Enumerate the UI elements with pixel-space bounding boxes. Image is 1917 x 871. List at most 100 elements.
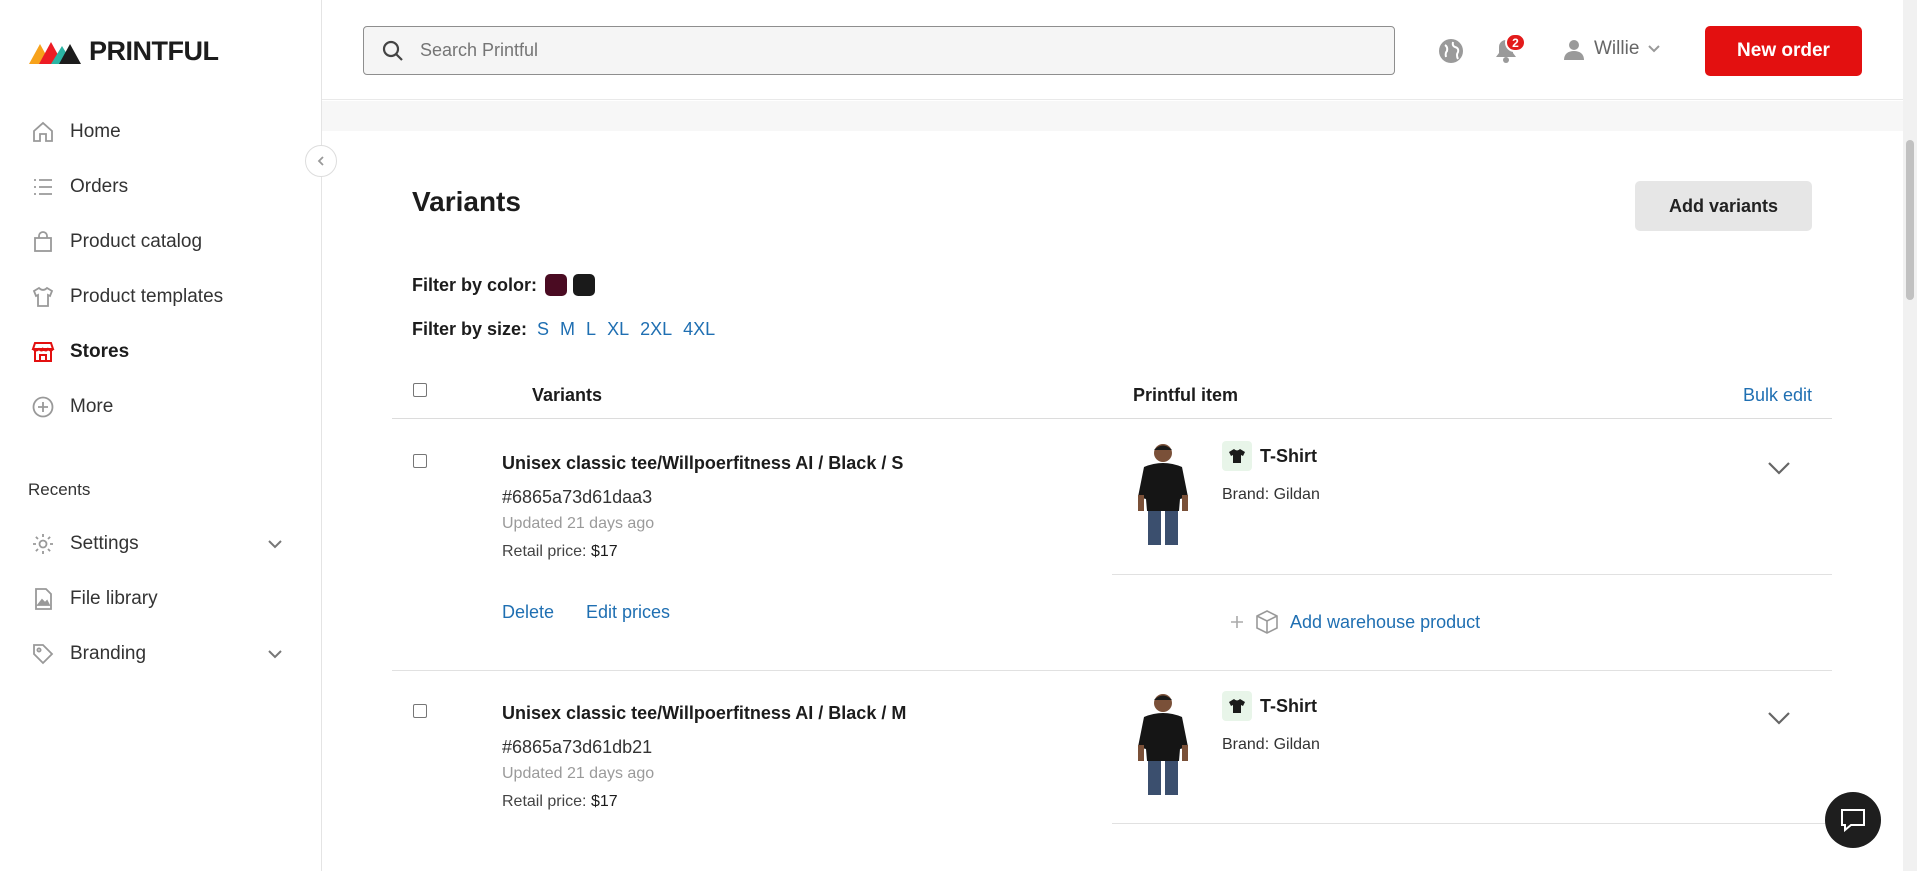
page-header-band (322, 101, 1903, 131)
user-icon (1564, 40, 1584, 60)
size-filter-l[interactable]: L (586, 319, 596, 340)
tag-icon (30, 641, 56, 667)
product-photo (1138, 694, 1188, 795)
scrollbar-thumb[interactable] (1906, 140, 1914, 300)
retail-price-value: $17 (590, 543, 618, 560)
sidebar: PRINTFUL Home Orders Product catalog Pro… (0, 0, 322, 871)
sidebar-item-label: Stores (70, 340, 130, 362)
column-header-variants: Variants (532, 385, 603, 405)
retail-price-value: $17 (590, 793, 618, 810)
plus-icon (1231, 616, 1243, 628)
notification-badge: 2 (1505, 33, 1526, 52)
filter-size-label: Filter by size: (412, 319, 528, 339)
sidebar-item-label: Orders (70, 175, 129, 197)
chevron-down-icon[interactable] (267, 643, 283, 665)
sidebar-item-label: Product catalog (70, 230, 203, 252)
row-checkbox[interactable] (413, 454, 427, 468)
filter-by-size: Filter by size: S M L XL 2XL 4XL (412, 319, 715, 340)
chat-button[interactable] (1825, 792, 1881, 848)
new-order-button[interactable]: New order (1705, 26, 1862, 76)
size-filter-xl[interactable]: XL (607, 319, 629, 340)
box-icon (1256, 610, 1278, 634)
sidebar-item-orders[interactable]: Orders (0, 159, 321, 214)
size-filter-4xl[interactable]: 4XL (683, 319, 715, 340)
recents-nav: Settings File library Branding (0, 516, 321, 681)
globe-icon[interactable] (1437, 37, 1465, 70)
sidebar-collapse-button[interactable] (305, 145, 337, 177)
user-menu[interactable]: Willie (1562, 37, 1661, 61)
search-icon (382, 40, 404, 62)
divider (1112, 823, 1832, 824)
store-icon (30, 339, 56, 365)
retail-price: Retail price: $17 (502, 793, 618, 811)
retail-price-label: Retail price: (502, 793, 587, 810)
sidebar-item-label: More (70, 395, 114, 417)
sidebar-item-file-library[interactable]: File library (0, 571, 321, 626)
add-warehouse-label: Add warehouse product (1290, 611, 1481, 632)
sidebar-item-label: Branding (70, 642, 147, 664)
add-warehouse-product-link[interactable]: Add warehouse product (1230, 609, 1480, 635)
sidebar-item-home[interactable]: Home (0, 104, 321, 159)
user-name: Willie (1594, 38, 1640, 59)
variant-sku: #6865a73d61db21 (502, 737, 653, 757)
column-header-printful-item: Printful item (1133, 385, 1239, 405)
page-scrollbar[interactable] (1903, 0, 1917, 871)
size-filter-2xl[interactable]: 2XL (640, 319, 672, 340)
list-icon (30, 174, 56, 200)
sidebar-item-label: File library (70, 587, 158, 609)
delete-link[interactable]: Delete (502, 602, 554, 623)
main-nav: Home Orders Product catalog Product temp… (0, 104, 321, 434)
edit-prices-link[interactable]: Edit prices (586, 602, 670, 623)
variant-name: Unisex classic tee/Willpoerfitness AI / … (502, 703, 907, 723)
product-photo (1138, 444, 1188, 545)
tshirt-icon (30, 284, 56, 310)
sidebar-item-label: Settings (70, 532, 139, 554)
tshirt-icon (1222, 441, 1252, 471)
row-divider (392, 670, 1832, 671)
printful-item-brand: Brand: Gildan (1222, 486, 1320, 503)
printful-item-name: T-Shirt (1260, 446, 1317, 466)
app-root: PRINTFUL Home Orders Product catalog Pro… (0, 0, 1917, 871)
expand-row-chevron-icon[interactable] (1767, 461, 1791, 480)
top-bar: 2 Willie New order (322, 0, 1903, 100)
file-image-icon (30, 586, 56, 612)
printful-item-brand: Brand: Gildan (1222, 736, 1320, 753)
variants-panel: Variants Add variants Filter by color: F… (322, 131, 1903, 871)
sidebar-item-settings[interactable]: Settings (0, 516, 321, 571)
color-swatch-black[interactable] (573, 274, 596, 296)
logo-text: PRINTFUL (89, 36, 219, 66)
plus-circle-icon (30, 394, 56, 420)
printful-item-name: T-Shirt (1260, 696, 1317, 716)
sidebar-item-branding[interactable]: Branding (0, 626, 321, 681)
expand-row-chevron-icon[interactable] (1767, 711, 1791, 730)
search-box[interactable] (363, 26, 1395, 75)
select-all-checkbox[interactable] (413, 383, 427, 397)
sidebar-item-stores[interactable]: Stores (0, 324, 321, 379)
printful-logo[interactable]: PRINTFUL (29, 36, 219, 67)
row-checkbox[interactable] (413, 704, 427, 718)
tshirt-icon (1222, 691, 1252, 721)
size-filter-m[interactable]: M (560, 319, 575, 340)
add-variants-button[interactable]: Add variants (1635, 181, 1812, 231)
size-filter-s[interactable]: S (537, 319, 549, 340)
variant-sku: #6865a73d61daa3 (502, 487, 653, 507)
page-title: Variants (412, 186, 521, 217)
sidebar-item-more[interactable]: More (0, 379, 321, 434)
chevron-left-icon (317, 156, 324, 166)
filter-color-label: Filter by color: (412, 274, 538, 295)
variant-name: Unisex classic tee/Willpoerfitness AI / … (502, 453, 904, 473)
sidebar-item-product-catalog[interactable]: Product catalog (0, 214, 321, 269)
divider (1112, 574, 1832, 575)
retail-price-label: Retail price: (502, 543, 587, 560)
table-header: Variants Printful item Bulk edit (392, 363, 1832, 419)
filter-by-color: Filter by color: (412, 274, 596, 296)
chevron-down-icon[interactable] (267, 533, 283, 555)
bulk-edit-link[interactable]: Bulk edit (1743, 385, 1812, 406)
gear-icon (30, 531, 56, 557)
sidebar-item-label: Product templates (70, 285, 224, 307)
shopping-bag-icon (30, 229, 56, 255)
chat-icon (1841, 809, 1865, 833)
sidebar-item-product-templates[interactable]: Product templates (0, 269, 321, 324)
search-input[interactable] (420, 40, 1320, 61)
color-swatch-maroon[interactable] (545, 274, 568, 296)
